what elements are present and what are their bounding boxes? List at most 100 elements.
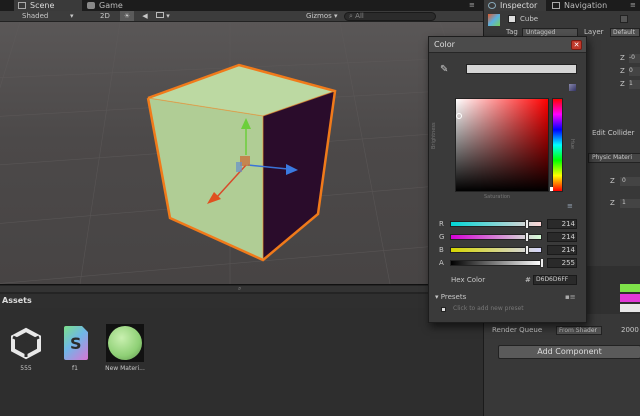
slider-mode-icon[interactable]: ≡ [567,202,573,210]
slider-a[interactable]: A 255 [439,258,583,268]
color-swatch-white[interactable] [620,304,640,312]
color-picker-window: Color ✕ ✎ Brightness Saturation Hue ≡ R … [428,36,587,323]
assets-breadcrumb: Assets [0,294,483,308]
color-swatch-green[interactable] [620,284,640,292]
eyedropper-icon[interactable]: ✎ [440,64,452,76]
close-icon[interactable]: ✕ [571,40,582,50]
sun-icon: ☀ [123,12,131,20]
hex-color-label: Hex Color [451,276,486,284]
hex-color-input[interactable]: D6D6D6FF [533,275,577,285]
asset-label: f1 [72,365,78,372]
hue-slider[interactable] [552,98,563,192]
asset-item[interactable]: New Materi... [103,324,147,372]
shading-mode-dropdown[interactable]: Shaded ▾ [22,11,80,22]
chevron-down-icon: ▾ [70,12,74,20]
active-checkbox[interactable] [508,15,516,23]
render-queue-value[interactable]: 2000 [621,325,639,336]
sv-handle[interactable] [456,113,462,119]
physic-material-field[interactable]: Physic Materi [588,153,640,163]
color-preview-swatch [466,64,577,74]
cube-object-icon [488,14,500,26]
add-preset-button[interactable]: Click to add new preset [453,305,524,312]
scene-viewport[interactable] [0,22,483,284]
lighting-toggle[interactable]: ☀ [120,11,134,21]
effects-dropdown[interactable]: ▾ [156,11,174,22]
color-wheel-mode-icon[interactable] [569,84,576,91]
tab-navigation-label: Navigation [564,1,608,10]
channel-value[interactable]: 214 [549,232,575,242]
static-checkbox[interactable] [620,15,628,23]
slider-track[interactable] [450,260,542,266]
presets-menu-icon[interactable]: ▪≡ [565,293,576,301]
z-value-field[interactable]: 0 [620,177,640,186]
render-queue-dropdown[interactable]: From Shader [556,326,602,335]
slider-thumb[interactable] [540,258,544,268]
tab-scene-label: Scene [30,1,55,10]
z-label: Z [620,80,625,88]
add-component-button[interactable]: Add Component [498,345,640,359]
z-value-field[interactable]: 0 [629,67,640,76]
slider-thumb[interactable] [525,232,530,242]
channel-label: B [439,246,444,254]
color-swatch-magenta[interactable] [620,294,640,302]
tab-navigation[interactable]: Navigation [548,0,628,11]
color-window-titlebar[interactable]: Color ✕ [429,37,586,53]
tab-strip: Scene Game Inspector Navigation ≡ ≡ [0,0,640,11]
asset-item[interactable]: S f1 [53,324,97,372]
saturation-brightness-area[interactable] [455,98,549,192]
preset-swatch[interactable] [441,307,446,312]
z-value-field[interactable]: 1 [629,80,640,89]
audio-toggle[interactable]: ◀ [139,11,151,22]
asset-item[interactable]: 555 [4,324,48,372]
slider-thumb[interactable] [525,219,530,229]
shader-file-icon: S [56,324,94,362]
2d-label: 2D [100,12,110,20]
channel-label: R [439,220,444,228]
tab-inspector[interactable]: Inspector [484,0,546,11]
presets-foldout[interactable]: ▾ Presets [435,293,466,301]
presets-label: Presets [440,293,467,301]
render-queue-label: Render Queue [492,326,543,334]
tab-game[interactable]: Game [83,0,153,11]
channel-value[interactable]: 255 [549,258,575,268]
chevron-down-icon: ▾ [334,12,338,20]
panel-menu-icon[interactable]: ≡ [469,1,475,9]
asset-label: 555 [20,365,32,372]
color-window-title: Color [434,40,455,49]
search-placeholder: All [355,12,364,20]
channel-value[interactable]: 214 [549,219,575,229]
scene-search-input[interactable]: ⌕ All [344,12,436,21]
scene-canvas[interactable] [0,22,483,284]
z-value-field[interactable]: -0 [629,54,640,63]
scene-grid-icon [18,2,26,9]
slider-r[interactable]: R 214 [439,219,583,229]
edit-collider-button[interactable]: Edit Collider [592,128,634,139]
hue-handle[interactable] [550,187,553,191]
layer-dropdown[interactable]: Default [610,28,640,37]
panel-splitter[interactable]: ⌕ [0,284,483,294]
2d-toggle-button[interactable]: 2D [100,11,116,22]
asset-label: New Materi... [105,365,145,372]
object-name-field[interactable]: Cube [520,14,538,25]
slider-thumb[interactable] [525,245,530,255]
tab-scene[interactable]: Scene [14,0,82,11]
render-queue-row: Render Queue From Shader 2000 [484,325,640,336]
assets-header-label[interactable]: Assets [2,296,32,305]
unity-logo-icon [7,324,45,362]
channel-value[interactable]: 214 [549,245,575,255]
saturation-label: Saturation [484,194,511,200]
z-label: Z [610,199,615,207]
gizmos-dropdown[interactable]: Gizmos ▾ [306,11,342,22]
search-icon: ⌕ [349,12,353,20]
gizmos-label: Gizmos [306,12,332,20]
slider-b[interactable]: B 214 [439,245,583,255]
z-value-field[interactable]: 1 [620,199,640,208]
z-label: Z [620,54,625,62]
object-header: Cube [484,14,640,26]
speaker-icon: ◀ [142,12,148,20]
panel-menu-icon-right[interactable]: ≡ [630,1,636,9]
tab-inspector-label[interactable]: Inspector [500,1,537,10]
assets-panel: 555 S f1 New Materi... [0,308,483,416]
slider-g[interactable]: G 214 [439,232,583,242]
channel-label: A [439,259,444,267]
